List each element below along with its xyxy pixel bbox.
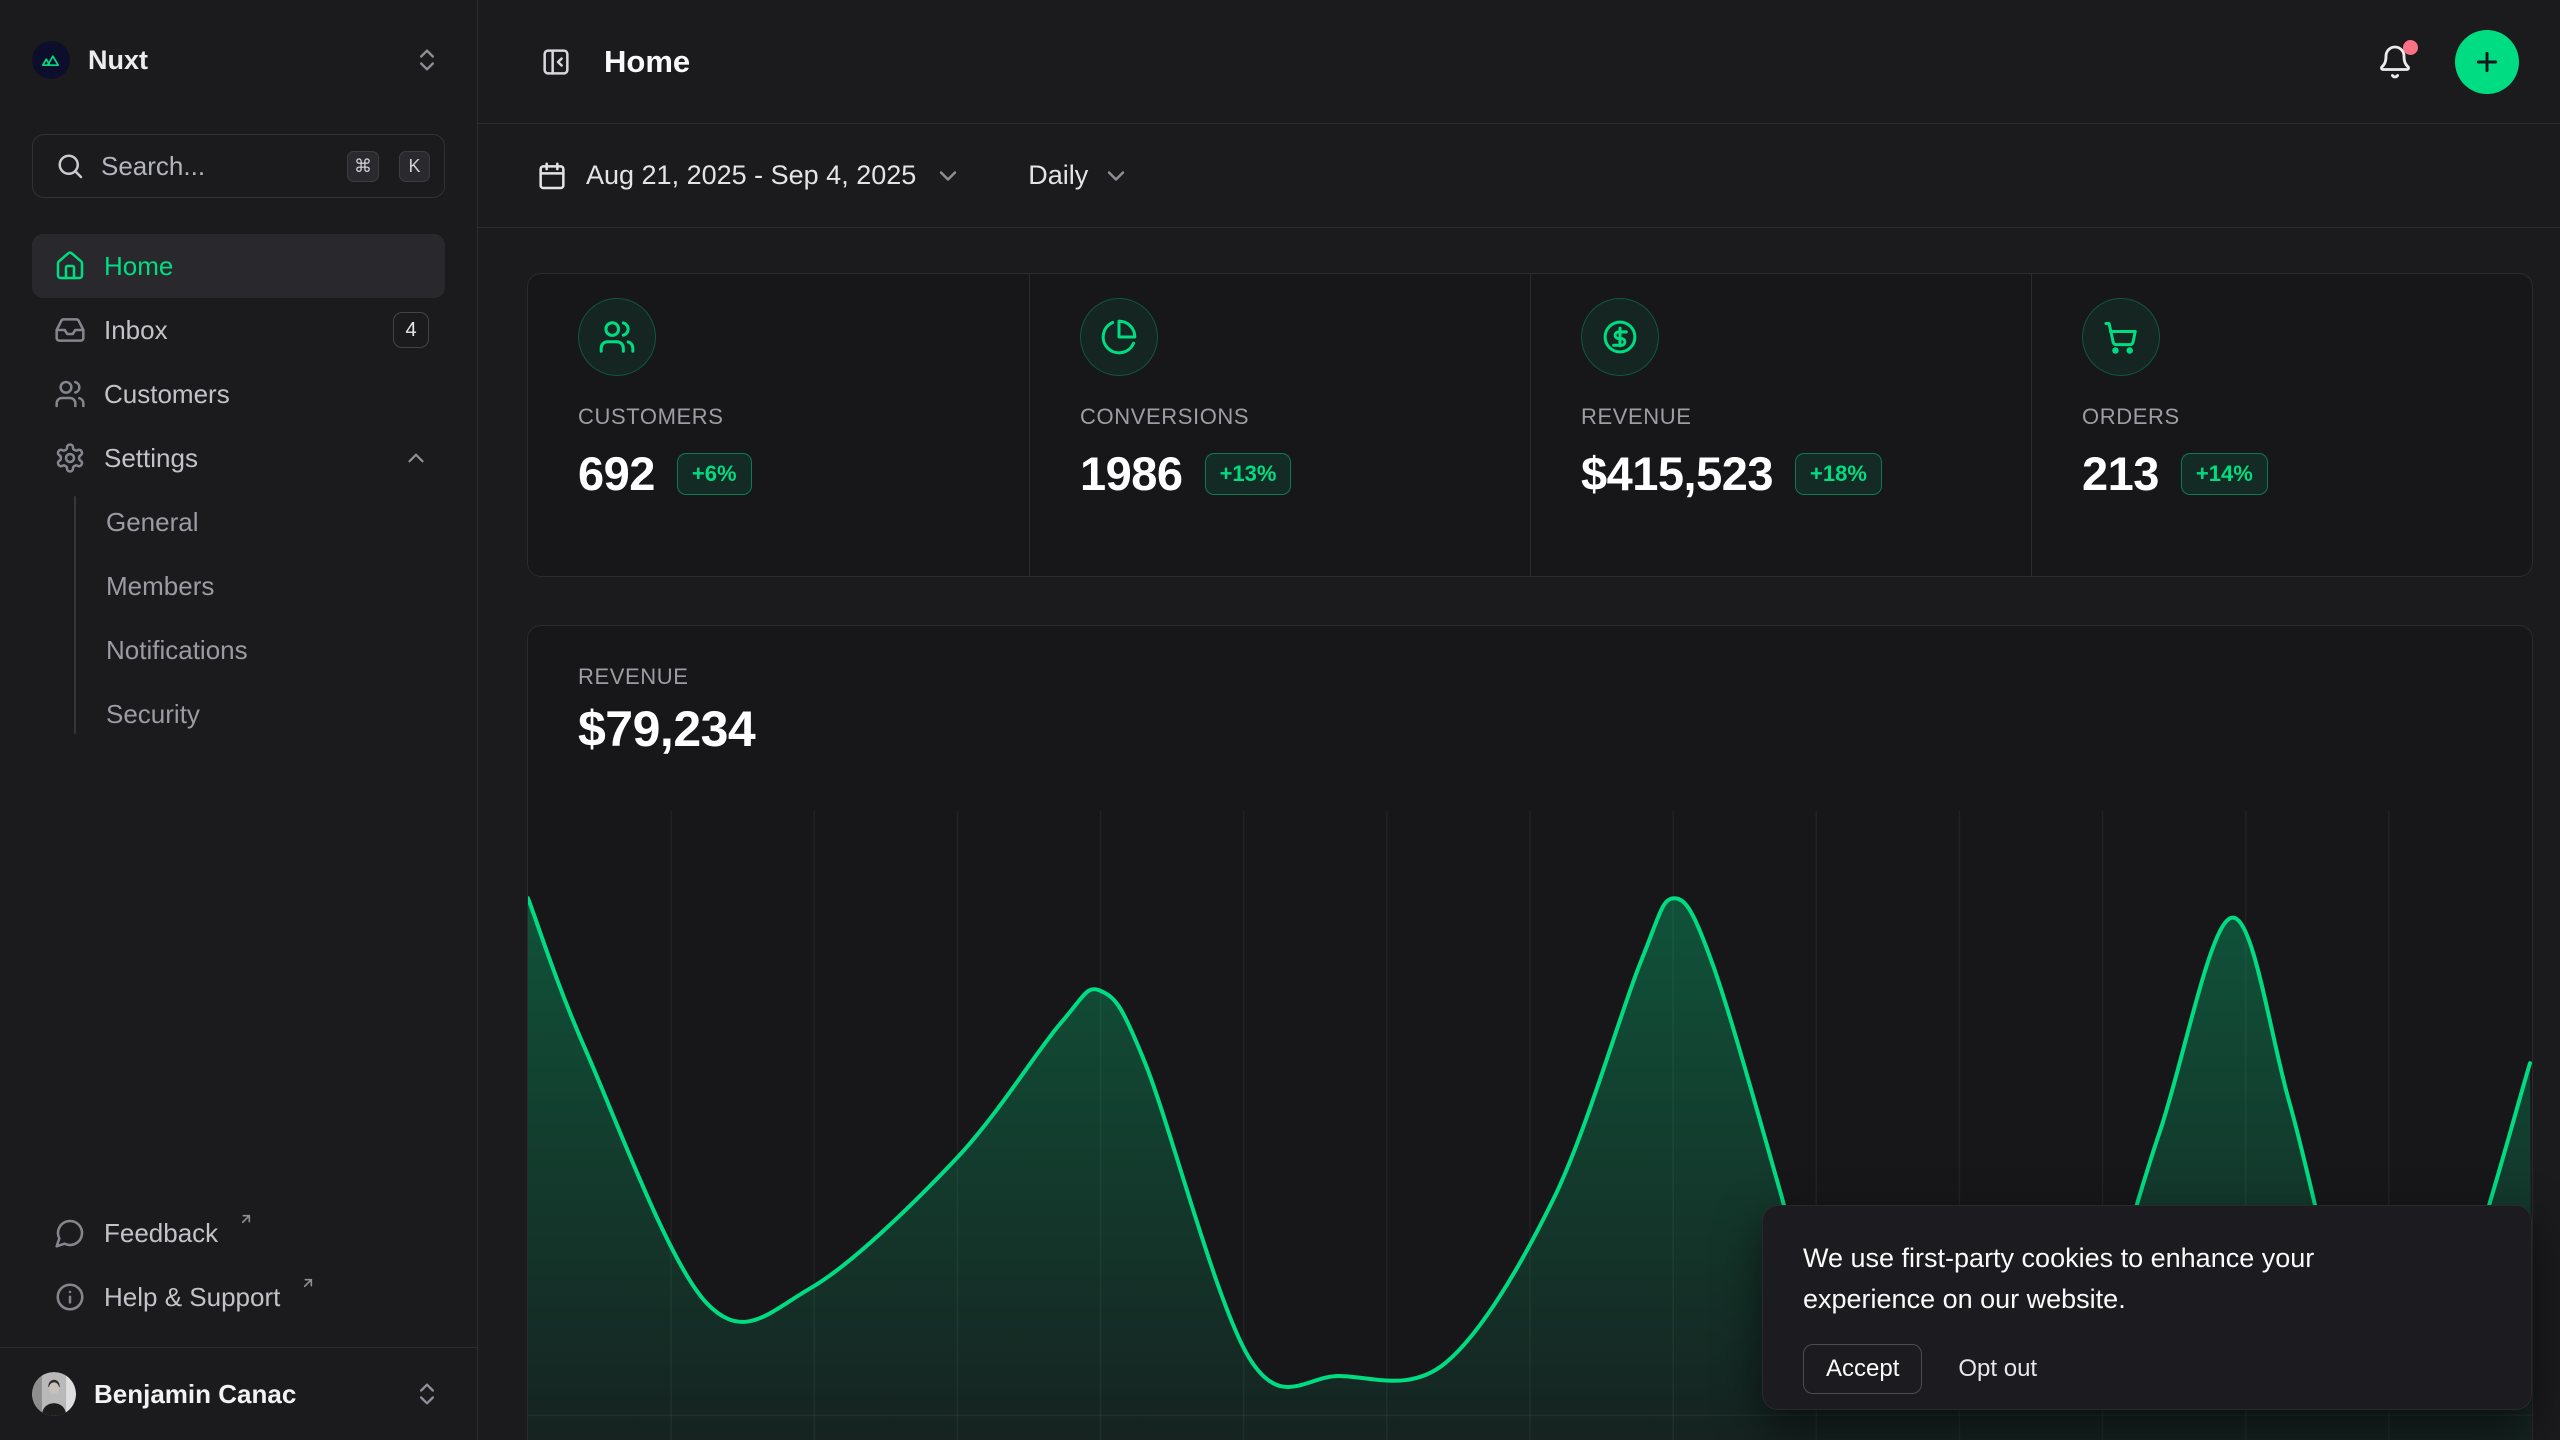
shopping-cart-icon bbox=[2082, 298, 2160, 376]
sidebar-subitem-label: General bbox=[106, 507, 199, 538]
calendar-icon bbox=[536, 160, 568, 192]
sidebar-subitem-label: Security bbox=[106, 699, 200, 730]
sidebar-item-feedback[interactable]: Feedback bbox=[32, 1201, 445, 1265]
sidebar-item-notifications[interactable]: Notifications bbox=[32, 618, 445, 682]
message-bubble-icon bbox=[54, 1217, 86, 1249]
search-icon bbox=[55, 151, 85, 181]
stat-value: $415,523 bbox=[1581, 446, 1773, 501]
granularity-select[interactable]: Daily bbox=[1028, 160, 1130, 191]
inbox-icon bbox=[54, 314, 86, 346]
inbox-count-badge: 4 bbox=[393, 312, 429, 348]
sidebar-item-help-support[interactable]: Help & Support bbox=[32, 1265, 445, 1329]
external-link-icon bbox=[300, 1275, 316, 1291]
chevrons-up-down-icon[interactable] bbox=[409, 42, 445, 78]
avatar bbox=[32, 1372, 76, 1416]
add-button[interactable] bbox=[2455, 30, 2519, 94]
nuxt-logo bbox=[32, 41, 70, 79]
settings-subnav: General Members Notifications Security bbox=[32, 490, 445, 746]
cookie-message: We use first-party cookies to enhance yo… bbox=[1803, 1238, 2383, 1320]
gear-icon bbox=[54, 442, 86, 474]
date-range-label: Aug 21, 2025 - Sep 4, 2025 bbox=[586, 160, 916, 191]
mountains-icon bbox=[39, 48, 63, 72]
kbd-k: K bbox=[399, 151, 430, 182]
filter-bar: Aug 21, 2025 - Sep 4, 2025 Daily bbox=[478, 124, 2560, 228]
dollar-circle-icon bbox=[1581, 298, 1659, 376]
stat-label: CUSTOMERS bbox=[578, 404, 989, 430]
page-title: Home bbox=[604, 44, 2377, 80]
brand-name: Nuxt bbox=[88, 45, 391, 76]
user-name: Benjamin Canac bbox=[94, 1379, 391, 1410]
sidebar-item-label: Help & Support bbox=[104, 1282, 280, 1313]
users-icon bbox=[578, 298, 656, 376]
notifications-button[interactable] bbox=[2377, 44, 2413, 80]
sidebar-item-label: Settings bbox=[104, 443, 385, 474]
chevron-up-icon bbox=[403, 445, 429, 471]
stat-card-customers[interactable]: CUSTOMERS 692 +6% bbox=[528, 274, 1029, 576]
opt-out-button[interactable]: Opt out bbox=[1958, 1355, 2037, 1383]
chevron-down-icon bbox=[1102, 162, 1130, 190]
stat-delta-badge: +13% bbox=[1205, 453, 1292, 495]
sidebar-subitem-label: Notifications bbox=[106, 635, 248, 666]
cookie-banner: We use first-party cookies to enhance yo… bbox=[1762, 1205, 2532, 1410]
plus-icon bbox=[2471, 46, 2503, 78]
sidebar-spacer bbox=[32, 746, 445, 1201]
notification-dot bbox=[2403, 40, 2418, 55]
sidebar-item-home[interactable]: Home bbox=[32, 234, 445, 298]
granularity-label: Daily bbox=[1028, 160, 1088, 191]
app-window: Nuxt Search... ⌘ K bbox=[0, 0, 2560, 1440]
sidebar-item-settings[interactable]: Settings bbox=[32, 426, 445, 490]
revenue-chart-header: REVENUE $79,234 bbox=[528, 626, 2532, 758]
stat-card-conversions[interactable]: CONVERSIONS 1986 +13% bbox=[1029, 274, 1530, 576]
sidebar-item-members[interactable]: Members bbox=[32, 554, 445, 618]
sidebar-item-general[interactable]: General bbox=[32, 490, 445, 554]
sidebar-subitem-label: Members bbox=[106, 571, 214, 602]
sidebar-item-label: Home bbox=[104, 251, 429, 282]
pie-chart-icon bbox=[1080, 298, 1158, 376]
stat-value: 213 bbox=[2082, 446, 2159, 501]
date-range-picker[interactable]: Aug 21, 2025 - Sep 4, 2025 bbox=[536, 160, 962, 192]
stat-value: 1986 bbox=[1080, 446, 1183, 501]
sidebar-item-inbox[interactable]: Inbox 4 bbox=[32, 298, 445, 362]
stat-label: ORDERS bbox=[2082, 404, 2492, 430]
workspace-switcher[interactable]: Nuxt bbox=[32, 38, 445, 82]
sidebar-item-label: Inbox bbox=[104, 315, 375, 346]
home-icon bbox=[54, 250, 86, 282]
sidebar-item-security[interactable]: Security bbox=[32, 682, 445, 746]
stat-card-revenue[interactable]: REVENUE $415,523 +18% bbox=[1530, 274, 2031, 576]
collapse-sidebar-icon[interactable] bbox=[536, 42, 576, 82]
external-link-icon bbox=[238, 1211, 254, 1227]
sidebar-item-label: Feedback bbox=[104, 1218, 218, 1249]
revenue-chart-value: $79,234 bbox=[578, 700, 2482, 758]
sidebar-item-customers[interactable]: Customers bbox=[32, 362, 445, 426]
chevron-down-icon bbox=[934, 162, 962, 190]
sidebar-footer: Feedback Help & Support bbox=[32, 1201, 445, 1333]
stat-delta-badge: +18% bbox=[1795, 453, 1882, 495]
user-menu[interactable]: Benjamin Canac bbox=[32, 1348, 445, 1440]
stat-label: CONVERSIONS bbox=[1080, 404, 1490, 430]
search-input[interactable]: Search... ⌘ K bbox=[32, 134, 445, 198]
stats-grid: CUSTOMERS 692 +6% CONVERSIONS 1986 bbox=[527, 273, 2533, 577]
chevrons-up-down-icon bbox=[409, 1376, 445, 1412]
accept-cookies-button[interactable]: Accept bbox=[1803, 1344, 1922, 1394]
topbar: Home bbox=[478, 0, 2560, 124]
info-circle-icon bbox=[54, 1281, 86, 1313]
users-icon bbox=[54, 378, 86, 410]
stat-label: REVENUE bbox=[1581, 404, 1991, 430]
search-placeholder: Search... bbox=[101, 151, 327, 182]
stat-delta-badge: +14% bbox=[2181, 453, 2268, 495]
revenue-chart-label: REVENUE bbox=[578, 664, 2482, 690]
stat-card-orders[interactable]: ORDERS 213 +14% bbox=[2031, 274, 2532, 576]
sidebar: Nuxt Search... ⌘ K bbox=[0, 0, 478, 1440]
stat-value: 692 bbox=[578, 446, 655, 501]
sidebar-item-label: Customers bbox=[104, 379, 429, 410]
cookie-actions: Accept Opt out bbox=[1803, 1344, 2491, 1394]
sidebar-nav: Home Inbox 4 C bbox=[32, 234, 445, 746]
stat-delta-badge: +6% bbox=[677, 453, 752, 495]
kbd-cmd: ⌘ bbox=[347, 151, 379, 182]
